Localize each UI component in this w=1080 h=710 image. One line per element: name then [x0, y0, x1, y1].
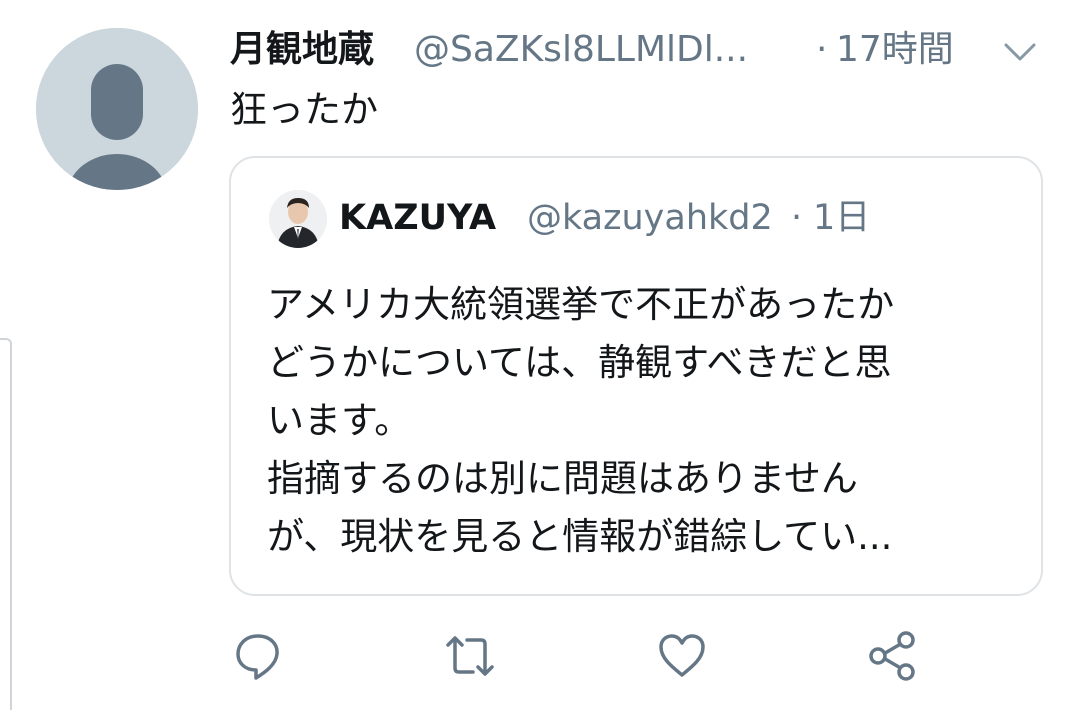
quoted-tweet-card[interactable]: KAZUYA @kazuyahkd2 · 1日 アメリカ大統領選挙で不正があった… — [229, 156, 1043, 596]
display-name[interactable]: 月観地蔵 — [230, 24, 374, 76]
chevron-down-icon[interactable] — [1000, 36, 1040, 66]
tweet-timestamp[interactable]: 17時間 — [836, 24, 954, 76]
avatar[interactable] — [36, 28, 198, 190]
heart-icon — [659, 634, 705, 677]
quoted-tweet-text: アメリカ大統領選挙で不正があったか どうかについては、静観すべきだと思 います。… — [267, 276, 1037, 566]
retweet-button[interactable] — [442, 628, 498, 684]
quoted-separator-dot: · — [791, 198, 803, 238]
quoted-text-line: が、現状を見ると情報が錯綜してい... — [267, 515, 893, 558]
profile-photo-icon — [269, 190, 327, 248]
user-handle[interactable]: @SaZKsl8LLMlDl... — [414, 24, 748, 76]
default-profile-icon — [36, 28, 198, 190]
tweet-actions-bar — [0, 628, 1080, 688]
quoted-text-line: います。 — [267, 399, 412, 442]
retweet-icon — [446, 636, 494, 676]
quoted-text-line: アメリカ大統領選挙で不正があったか — [267, 283, 895, 326]
separator-dot: · — [816, 29, 828, 70]
tweet-text: 狂ったか — [230, 88, 378, 131]
quoted-timestamp[interactable]: 1日 — [813, 192, 870, 244]
share-button[interactable] — [864, 628, 920, 684]
quoted-display-name[interactable]: KAZUYA — [339, 192, 496, 244]
like-button[interactable] — [654, 628, 710, 684]
quoted-avatar[interactable] — [269, 190, 327, 248]
tweet-header: 月観地蔵 @SaZKsl8LLMlDl... · 17時間 — [230, 24, 1060, 80]
share-icon — [869, 631, 915, 681]
reply-icon — [236, 634, 279, 680]
quoted-text-line: 指摘するのは別に問題はありません — [267, 457, 858, 500]
reply-button[interactable] — [230, 628, 286, 684]
quoted-user-handle[interactable]: @kazuyahkd2 — [527, 192, 773, 244]
quoted-text-line: どうかについては、静観すべきだと思 — [267, 341, 892, 384]
